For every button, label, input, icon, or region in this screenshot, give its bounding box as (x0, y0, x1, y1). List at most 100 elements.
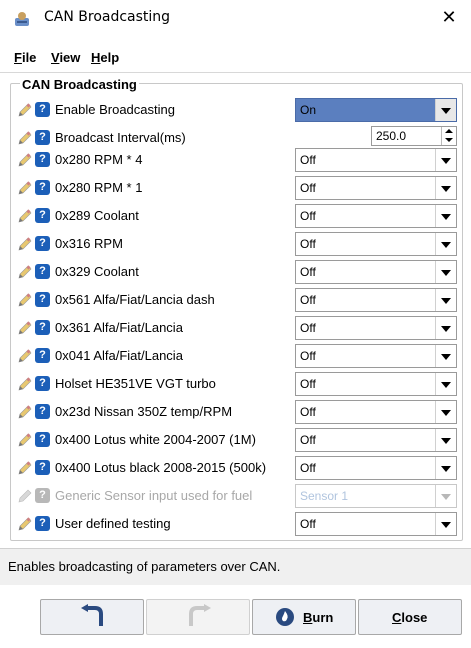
chevron-down-icon[interactable] (435, 99, 456, 121)
help-icon[interactable]: ? (35, 348, 50, 363)
burn-button[interactable]: Burn (252, 599, 356, 635)
help-icon[interactable]: ? (35, 516, 50, 531)
pencil-edit-icon[interactable] (17, 320, 33, 336)
setting-dropdown[interactable]: Off (295, 372, 457, 396)
chevron-down-icon (435, 485, 456, 507)
redo-button[interactable] (146, 599, 250, 635)
setting-dropdown[interactable]: Off (295, 204, 457, 228)
setting-dropdown[interactable]: Off (295, 148, 457, 172)
button-bar: Burn Close (0, 585, 471, 648)
close-button[interactable]: Close (358, 599, 462, 635)
setting-dropdown[interactable]: Off (295, 400, 457, 424)
setting-label: 0x316 RPM (55, 236, 123, 251)
undo-arrow-icon (81, 604, 103, 626)
setting-row: ? 0x361 Alfa/Fiat/Lancia Off (14, 315, 461, 341)
chevron-down-icon[interactable] (435, 317, 456, 339)
help-icon[interactable]: ? (35, 376, 50, 391)
status-bar: Enables broadcasting of parameters over … (0, 548, 471, 586)
chevron-down-icon[interactable] (435, 261, 456, 283)
pencil-edit-icon[interactable] (17, 130, 33, 146)
setting-dropdown: Sensor 1 (295, 484, 457, 508)
undo-button[interactable] (40, 599, 144, 635)
chevron-down-icon[interactable] (435, 457, 456, 479)
setting-row: ? 0x041 Alfa/Fiat/Lancia Off (14, 343, 461, 369)
help-icon[interactable]: ? (35, 404, 50, 419)
help-icon[interactable]: ? (35, 236, 50, 251)
pencil-edit-icon[interactable] (17, 348, 33, 364)
dropdown-value: Off (300, 405, 316, 419)
dropdown-value: Off (300, 293, 316, 307)
broadcast-interval-spinner[interactable]: 250.0 (371, 126, 457, 146)
help-icon[interactable]: ? (35, 488, 50, 503)
pencil-edit-icon[interactable] (17, 180, 33, 196)
setting-dropdown[interactable]: Off (295, 428, 457, 452)
help-icon[interactable]: ? (35, 264, 50, 279)
pencil-edit-icon[interactable] (17, 102, 33, 118)
pencil-edit-icon[interactable] (17, 516, 33, 532)
menu-help[interactable]: Help (91, 50, 119, 65)
menu-view[interactable]: View (51, 50, 80, 65)
setting-dropdown[interactable]: On (295, 98, 457, 122)
setting-dropdown[interactable]: Off (295, 512, 457, 536)
dropdown-value: Off (300, 433, 316, 447)
pencil-edit-icon[interactable] (17, 404, 33, 420)
dropdown-value: Off (300, 461, 316, 475)
chevron-down-icon[interactable] (435, 345, 456, 367)
setting-row: ? 0x400 Lotus white 2004-2007 (1M) Off (14, 427, 461, 453)
help-icon[interactable]: ? (35, 432, 50, 447)
setting-dropdown[interactable]: Off (295, 232, 457, 256)
menu-file[interactable]: File (14, 50, 36, 65)
setting-dropdown[interactable]: Off (295, 456, 457, 480)
pencil-edit-icon[interactable] (17, 208, 33, 224)
pencil-edit-icon[interactable] (17, 488, 33, 504)
setting-row: ? 0x329 Coolant Off (14, 259, 461, 285)
chevron-down-icon[interactable] (435, 373, 456, 395)
help-icon[interactable]: ? (35, 320, 50, 335)
setting-dropdown[interactable]: Off (295, 260, 457, 284)
help-icon[interactable]: ? (35, 130, 50, 145)
pencil-edit-icon[interactable] (17, 460, 33, 476)
help-icon[interactable]: ? (35, 180, 50, 195)
setting-row: ? Generic Sensor input used for fuel Senso… (14, 483, 461, 509)
setting-row: ? 0x23d Nissan 350Z temp/RPM Off (14, 399, 461, 425)
setting-row: ? Holset HE351VE VGT turbo Off (14, 371, 461, 397)
pencil-edit-icon[interactable] (17, 264, 33, 280)
pencil-edit-icon[interactable] (17, 432, 33, 448)
setting-dropdown[interactable]: Off (295, 176, 457, 200)
pencil-edit-icon[interactable] (17, 236, 33, 252)
help-icon[interactable]: ? (35, 460, 50, 475)
dropdown-value: Off (300, 237, 316, 251)
pencil-edit-icon[interactable] (17, 292, 33, 308)
setting-label: 0x041 Alfa/Fiat/Lancia (55, 348, 183, 363)
chevron-down-icon[interactable] (435, 289, 456, 311)
chevron-down-icon[interactable] (435, 513, 456, 535)
chevron-down-icon[interactable] (435, 177, 456, 199)
help-icon[interactable]: ? (35, 208, 50, 223)
chevron-down-icon[interactable] (435, 233, 456, 255)
spinner-value[interactable]: 250.0 (376, 129, 406, 143)
chevron-down-icon[interactable] (435, 149, 456, 171)
chevron-down-icon[interactable] (435, 401, 456, 423)
app-icon (15, 12, 29, 26)
dropdown-value: Off (300, 209, 316, 223)
setting-dropdown[interactable]: Off (295, 316, 457, 340)
setting-dropdown[interactable]: Off (295, 288, 457, 312)
status-text: Enables broadcasting of parameters over … (8, 559, 281, 574)
setting-dropdown[interactable]: Off (295, 344, 457, 368)
help-icon[interactable]: ? (35, 292, 50, 307)
help-icon[interactable]: ? (35, 102, 50, 117)
help-icon[interactable]: ? (35, 152, 50, 167)
chevron-down-icon[interactable] (435, 429, 456, 451)
pencil-edit-icon[interactable] (17, 152, 33, 168)
chevron-down-icon[interactable] (435, 205, 456, 227)
pencil-edit-icon[interactable] (17, 376, 33, 392)
setting-label: 0x400 Lotus white 2004-2007 (1M) (55, 432, 256, 447)
dropdown-value: Off (300, 321, 316, 335)
setting-label: 0x280 RPM * 4 (55, 152, 143, 167)
setting-label: 0x289 Coolant (55, 208, 139, 223)
setting-row: ? 0x316 RPM Off (14, 231, 461, 257)
burn-label: Burn (303, 610, 334, 625)
close-window-button[interactable]: ✕ (434, 4, 464, 32)
setting-label: 0x400 Lotus black 2008-2015 (500k) (55, 460, 267, 475)
spinner-arrows-icon[interactable] (441, 127, 456, 145)
